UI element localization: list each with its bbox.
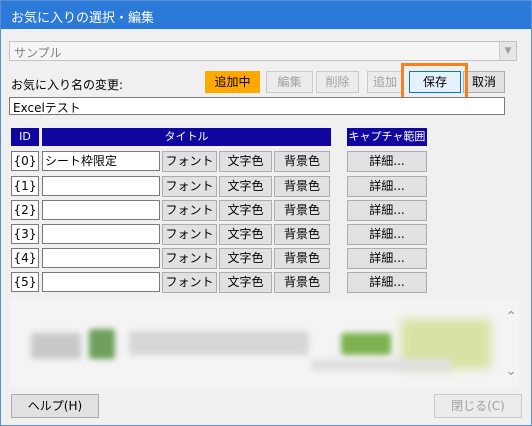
favorite-select-value: サンプル <box>14 46 62 60</box>
text-color-button[interactable]: 文字色 <box>219 224 272 245</box>
preview-blur-block <box>311 359 451 371</box>
scroll-up-icon[interactable]: ⌃ <box>505 309 517 325</box>
row-title-input[interactable] <box>42 248 160 268</box>
row-id: {0} <box>11 151 39 171</box>
preview-blur-block <box>31 333 81 359</box>
edit-button[interactable]: 編集 <box>266 71 313 93</box>
text-color-button[interactable]: 文字色 <box>219 248 272 269</box>
text-color-button[interactable]: 文字色 <box>219 272 272 293</box>
preview-blur-block <box>341 333 391 355</box>
adding-button[interactable]: 追加中 <box>205 71 260 93</box>
row-id: {1} <box>11 176 39 196</box>
preview-blur-block <box>89 329 115 359</box>
row-title-input[interactable] <box>42 200 160 220</box>
row-id: {5} <box>11 272 39 292</box>
row-id: {2} <box>11 200 39 220</box>
favorite-name-value: Excelテスト <box>13 101 81 115</box>
font-button[interactable]: フォント <box>162 151 217 172</box>
capture-detail-button[interactable]: 詳細... <box>347 151 427 172</box>
id-column-header: ID <box>11 128 39 146</box>
favorites-dialog: お気に入りの選択・編集 サンプル ▼ お気に入り名の変更: 追加中 編集 削除 … <box>0 0 532 426</box>
capture-detail-button[interactable]: 詳細... <box>347 176 427 197</box>
font-button[interactable]: フォント <box>162 176 217 197</box>
window-title: お気に入りの選択・編集 <box>11 11 155 26</box>
font-button[interactable]: フォント <box>162 224 217 245</box>
favorite-select[interactable]: サンプル ▼ <box>9 41 517 61</box>
capture-preview: ⌃ ⌄ <box>11 299 519 387</box>
background-color-button[interactable]: 背景色 <box>274 151 330 172</box>
row-title-input[interactable]: シート枠限定 <box>42 151 160 171</box>
capture-detail-button[interactable]: 詳細... <box>347 200 427 221</box>
text-color-button[interactable]: 文字色 <box>219 200 272 221</box>
background-color-button[interactable]: 背景色 <box>274 200 330 221</box>
capture-detail-button[interactable]: 詳細... <box>347 248 427 269</box>
row-title-input[interactable] <box>42 224 160 244</box>
title-column-header: タイトル <box>42 128 331 146</box>
font-button[interactable]: フォント <box>162 272 217 293</box>
title-bar: お気に入りの選択・編集 <box>1 1 531 29</box>
font-button[interactable]: フォント <box>162 248 217 269</box>
append-button[interactable]: 追加 <box>367 71 403 93</box>
favorite-name-field[interactable]: Excelテスト <box>9 97 505 115</box>
rename-label: お気に入り名の変更: <box>11 78 124 92</box>
help-button[interactable]: ヘルプ(H) <box>11 394 99 418</box>
capture-detail-button[interactable]: 詳細... <box>347 272 427 293</box>
preview-blur-block <box>129 331 309 355</box>
chevron-down-icon[interactable]: ▼ <box>499 42 516 60</box>
background-color-button[interactable]: 背景色 <box>274 272 330 293</box>
capture-detail-button[interactable]: 詳細... <box>347 224 427 245</box>
capture-column-header: キャプチャ範囲 <box>347 128 427 146</box>
row-id: {3} <box>11 224 39 244</box>
row-title-input[interactable] <box>42 176 160 196</box>
text-color-button[interactable]: 文字色 <box>219 151 272 172</box>
close-button[interactable]: 閉じる(C) <box>434 394 522 418</box>
scroll-down-icon[interactable]: ⌄ <box>505 363 517 379</box>
text-color-button[interactable]: 文字色 <box>219 176 272 197</box>
cancel-button[interactable]: 取消 <box>463 71 505 93</box>
row-id: {4} <box>11 248 39 268</box>
background-color-button[interactable]: 背景色 <box>274 176 330 197</box>
background-color-button[interactable]: 背景色 <box>274 224 330 245</box>
row-title-input[interactable] <box>42 272 160 292</box>
background-color-button[interactable]: 背景色 <box>274 248 330 269</box>
delete-button[interactable]: 削除 <box>316 71 359 93</box>
font-button[interactable]: フォント <box>162 200 217 221</box>
